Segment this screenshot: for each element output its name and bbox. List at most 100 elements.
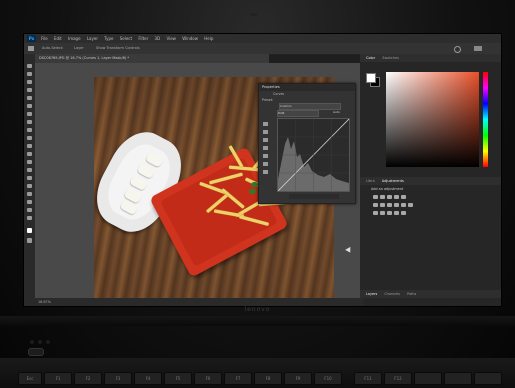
hue-slider[interactable]	[483, 72, 488, 167]
menu-image[interactable]: Image	[68, 36, 81, 41]
invert-adjust-icon[interactable]	[373, 211, 378, 215]
crop-tool-icon[interactable]	[27, 96, 32, 100]
path-select-tool-icon[interactable]	[27, 192, 32, 196]
curves-graph[interactable]	[277, 118, 350, 192]
channel-mixer-adjust-icon[interactable]	[401, 203, 406, 207]
shape-tool-icon[interactable]	[27, 200, 32, 204]
key-esc[interactable]: Esc	[18, 372, 42, 385]
vibrance-adjust-icon[interactable]	[401, 195, 406, 199]
hand-tool-icon[interactable]	[27, 208, 32, 212]
brush-tool-icon[interactable]	[27, 120, 32, 124]
foreground-color-swatch[interactable]	[27, 228, 32, 233]
key-f10[interactable]: F10	[314, 372, 342, 385]
curve-edit-icon[interactable]	[263, 154, 268, 158]
marquee-tool-icon[interactable]	[27, 72, 32, 76]
selective-color-adjust-icon[interactable]	[401, 211, 406, 215]
eyedropper-tool-icon[interactable]	[27, 104, 32, 108]
key-f3[interactable]: F3	[104, 372, 132, 385]
key-f12[interactable]: F12	[384, 372, 412, 385]
tab-channels[interactable]: Channels	[384, 292, 400, 296]
history-brush-tool-icon[interactable]	[27, 136, 32, 140]
menu-3d[interactable]: 3D	[155, 36, 161, 41]
menu-select[interactable]: Select	[120, 36, 132, 41]
auto-select-dropdown[interactable]: Layer	[74, 43, 84, 54]
key-f4[interactable]: F4	[134, 372, 162, 385]
gradient-map-adjust-icon[interactable]	[394, 211, 399, 215]
key-f5[interactable]: F5	[164, 372, 192, 385]
auto-button[interactable]: Auto	[333, 110, 340, 114]
key-delete[interactable]	[444, 372, 472, 385]
tab-paths[interactable]: Paths	[407, 292, 416, 296]
exposure-adjust-icon[interactable]	[394, 195, 399, 199]
white-point-eyedropper-icon[interactable]	[263, 146, 268, 150]
color-lookup-adjust-icon[interactable]	[408, 203, 413, 207]
channel-dropdown[interactable]: RGB	[277, 110, 319, 117]
lasso-tool-icon[interactable]	[27, 80, 32, 84]
key-f9[interactable]: F9	[284, 372, 312, 385]
move-tool-icon[interactable]	[27, 64, 32, 68]
tab-layers[interactable]: Layers	[366, 292, 377, 296]
quick-mask-icon[interactable]	[27, 238, 32, 243]
tab-adjustments[interactable]: Adjustments	[382, 179, 404, 183]
auto-select-checkbox[interactable]: Auto-Select:	[42, 43, 63, 54]
photo-filter-adjust-icon[interactable]	[394, 203, 399, 207]
tab-libraries[interactable]: Libra	[366, 179, 375, 183]
healing-tool-icon[interactable]	[27, 112, 32, 116]
dodge-tool-icon[interactable]	[27, 168, 32, 172]
color-picker-field[interactable]	[386, 72, 479, 167]
levels-adjust-icon[interactable]	[380, 195, 385, 199]
menu-filter[interactable]: Filter	[138, 36, 148, 41]
document-tab[interactable]: DSC08769.JPG @ 16.7% (Curves 1, Layer Ma…	[35, 54, 269, 63]
key-f7[interactable]: F7	[224, 372, 252, 385]
curves-histogram	[277, 118, 350, 192]
add-adjustment-label: Add an adjustment	[371, 187, 404, 191]
key-f8[interactable]: F8	[254, 372, 282, 385]
menu-window[interactable]: Window	[182, 36, 198, 41]
posterize-adjust-icon[interactable]	[380, 211, 385, 215]
key-f11[interactable]: F11	[354, 372, 382, 385]
key-insert[interactable]	[414, 372, 442, 385]
curves-adjust-icon[interactable]	[387, 195, 392, 199]
properties-footer-icons[interactable]	[289, 194, 339, 199]
pen-tool-icon[interactable]	[27, 176, 32, 180]
key-home[interactable]	[474, 372, 502, 385]
black-white-adjust-icon[interactable]	[387, 203, 392, 207]
smooth-icon[interactable]	[263, 170, 268, 174]
menu-type[interactable]: Type	[104, 36, 113, 41]
tab-swatches[interactable]: Swatches	[382, 56, 399, 60]
type-tool-icon[interactable]	[27, 184, 32, 188]
show-transform-checkbox[interactable]: Show Transform Controls	[96, 43, 140, 54]
color-balance-adjust-icon[interactable]	[380, 203, 385, 207]
workspace-icon[interactable]	[474, 46, 482, 51]
gradient-tool-icon[interactable]	[27, 152, 32, 156]
menu-edit[interactable]: Edit	[54, 36, 62, 41]
gray-point-eyedropper-icon[interactable]	[263, 138, 268, 142]
key-f6[interactable]: F6	[194, 372, 222, 385]
target-adjust-icon[interactable]	[263, 122, 268, 126]
menu-file[interactable]: File	[41, 36, 48, 41]
menu-layer[interactable]: Layer	[87, 36, 98, 41]
tab-color[interactable]: Color	[366, 56, 375, 60]
eraser-tool-icon[interactable]	[27, 144, 32, 148]
speaker-hole	[30, 340, 34, 344]
preset-dropdown[interactable]: Custom	[279, 103, 341, 110]
power-button[interactable]	[28, 348, 44, 356]
webcam	[250, 13, 257, 16]
quick-select-tool-icon[interactable]	[27, 88, 32, 92]
menu-help[interactable]: Help	[204, 36, 213, 41]
black-point-eyedropper-icon[interactable]	[263, 130, 268, 134]
foreground-color-swatch[interactable]	[366, 73, 376, 83]
threshold-adjust-icon[interactable]	[387, 211, 392, 215]
blur-tool-icon[interactable]	[27, 160, 32, 164]
clone-stamp-tool-icon[interactable]	[27, 128, 32, 132]
menu-view[interactable]: View	[166, 36, 176, 41]
brightness-adjust-icon[interactable]	[373, 195, 378, 199]
zoom-level[interactable]: 16.67%	[38, 300, 51, 304]
pencil-icon[interactable]	[263, 162, 268, 166]
search-icon[interactable]	[454, 46, 461, 53]
key-f1[interactable]: F1	[44, 372, 72, 385]
move-tool-icon[interactable]	[28, 46, 34, 51]
key-f2[interactable]: F2	[74, 372, 102, 385]
hue-saturation-adjust-icon[interactable]	[373, 203, 378, 207]
zoom-tool-icon[interactable]	[27, 216, 32, 220]
